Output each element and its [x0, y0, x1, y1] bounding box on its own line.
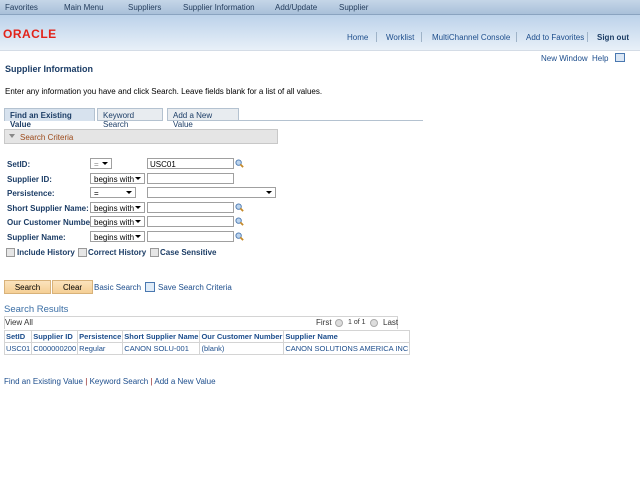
search-results-table: SetID Supplier ID Persistence Short Supp…: [3, 330, 411, 355]
first-link[interactable]: First: [316, 318, 332, 327]
header: Home Worklist MultiChannel Console Add t…: [0, 15, 640, 51]
search-criteria-title: Search Criteria: [20, 133, 74, 142]
correct-history-label: Correct History: [88, 248, 147, 257]
persistence-value-select[interactable]: [147, 187, 276, 198]
cell-setid[interactable]: USC01: [3, 342, 33, 355]
collapse-icon[interactable]: [9, 134, 15, 138]
save-search-icon[interactable]: [145, 282, 155, 292]
column-header[interactable]: Short Supplier Name: [122, 330, 201, 343]
personalize-page-icon[interactable]: [615, 53, 625, 62]
lookup-icon[interactable]: [235, 217, 244, 226]
footer-add-new-value-link[interactable]: Add a New Value: [154, 377, 215, 386]
help-link[interactable]: Help: [592, 54, 608, 63]
tab-add-new-value[interactable]: Add a New Value: [167, 108, 239, 129]
persistence-label: Persistence:: [7, 189, 55, 198]
breadcrumb-supplier-information[interactable]: Supplier Information: [183, 3, 255, 12]
short-supplier-name-label: Short Supplier Name:: [7, 204, 89, 213]
sign-out-link[interactable]: Sign out: [597, 33, 629, 42]
basic-search-link[interactable]: Basic Search: [94, 283, 141, 292]
clear-button[interactable]: Clear: [52, 280, 93, 294]
footer-find-existing-value-link[interactable]: Find an Existing Value: [4, 377, 83, 386]
view-all-link[interactable]: View All: [5, 318, 33, 327]
setid-label: SetID:: [7, 160, 31, 169]
page-title: Supplier Information: [5, 64, 94, 74]
supplier-id-label: Supplier ID:: [7, 175, 52, 184]
top-nav-bar: Favorites Main Menu Suppliers Supplier I…: [0, 0, 640, 15]
supplier-name-input[interactable]: [147, 231, 234, 242]
supplier-id-input[interactable]: [147, 173, 234, 184]
oracle-logo: ORACLE: [3, 27, 57, 41]
column-header[interactable]: Our Customer Number: [199, 330, 285, 343]
breadcrumb-add-update[interactable]: Add/Update: [275, 3, 317, 12]
tab-find-existing-value[interactable]: Find an Existing Value: [4, 108, 95, 129]
footer-keyword-search-link[interactable]: Keyword Search: [90, 377, 149, 386]
cell-supplier-id[interactable]: C000000200: [31, 342, 79, 355]
main-menu[interactable]: Main Menu: [64, 3, 104, 12]
cell-persistence[interactable]: Regular: [77, 342, 124, 355]
new-window-link[interactable]: New Window: [541, 54, 588, 63]
our-customer-number-input[interactable]: [147, 216, 234, 227]
column-header[interactable]: SetID: [3, 330, 33, 343]
tab-keyword-search[interactable]: Keyword Search: [97, 108, 163, 129]
lookup-icon[interactable]: [235, 203, 244, 212]
results-nav-bar: View All First 1 of 1 Last: [4, 316, 398, 329]
persistence-operator-select[interactable]: =: [90, 187, 136, 198]
setid-input[interactable]: USC01: [147, 158, 234, 169]
table-header-row: SetID Supplier ID Persistence Short Supp…: [3, 330, 411, 343]
save-search-criteria-link[interactable]: Save Search Criteria: [158, 283, 232, 292]
lookup-icon[interactable]: [235, 232, 244, 241]
last-link[interactable]: Last: [383, 318, 398, 327]
table-row[interactable]: USC01 C000000200 Regular CANON SOLU-001 …: [3, 342, 411, 355]
column-header[interactable]: Supplier Name: [283, 330, 411, 343]
footer-links: Find an Existing Value | Keyword Search …: [4, 377, 216, 386]
favorites-menu[interactable]: Favorites: [5, 3, 38, 12]
search-results-title: Search Results: [4, 304, 69, 315]
include-history-label: Include History: [17, 248, 75, 257]
cell-short-supplier-name[interactable]: CANON SOLU-001: [122, 342, 201, 355]
page-info: 1 of 1: [348, 319, 366, 326]
include-history-checkbox[interactable]: [6, 248, 15, 257]
lookup-icon[interactable]: [235, 159, 244, 168]
case-sensitive-label: Case Sensitive: [160, 248, 217, 257]
worklist-link[interactable]: Worklist: [386, 33, 414, 42]
correct-history-checkbox[interactable]: [78, 248, 87, 257]
next-icon[interactable]: [370, 319, 378, 327]
cell-supplier-name[interactable]: CANON SOLUTIONS AMERICA INC: [283, 342, 411, 355]
column-header[interactable]: Supplier ID: [31, 330, 79, 343]
our-customer-number-label: Our Customer Number:: [7, 218, 96, 227]
supplier-name-operator-select[interactable]: begins with: [90, 231, 145, 242]
search-button[interactable]: Search: [4, 280, 51, 294]
cell-our-customer-number[interactable]: (blank): [199, 342, 285, 355]
breadcrumb-suppliers[interactable]: Suppliers: [128, 3, 161, 12]
add-to-favorites-link[interactable]: Add to Favorites: [526, 33, 584, 42]
case-sensitive-checkbox[interactable]: [150, 248, 159, 257]
our-customer-number-operator-select[interactable]: begins with: [90, 216, 145, 227]
setid-operator-select[interactable]: =: [90, 158, 112, 169]
column-header[interactable]: Persistence: [77, 330, 124, 343]
breadcrumb-supplier[interactable]: Supplier: [339, 3, 368, 12]
instructions: Enter any information you have and click…: [5, 87, 323, 96]
supplier-id-operator-select[interactable]: begins with: [90, 173, 145, 184]
short-supplier-name-operator-select[interactable]: begins with: [90, 202, 145, 213]
search-criteria-header[interactable]: Search Criteria: [4, 129, 278, 144]
previous-icon[interactable]: [335, 319, 343, 327]
home-link[interactable]: Home: [347, 33, 368, 42]
short-supplier-name-input[interactable]: [147, 202, 234, 213]
supplier-name-label: Supplier Name:: [7, 233, 66, 242]
multichannel-console-link[interactable]: MultiChannel Console: [432, 33, 510, 42]
